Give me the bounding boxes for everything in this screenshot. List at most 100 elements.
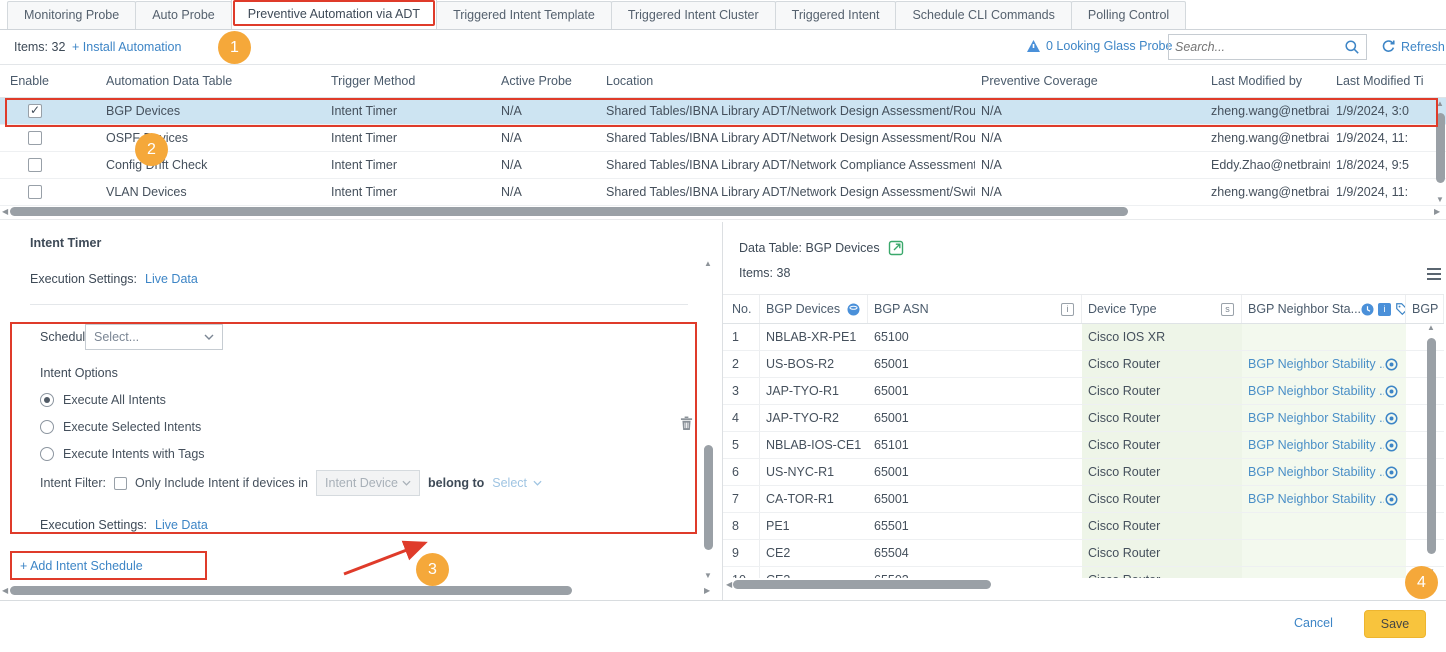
scroll-left-arrow[interactable]: ◀ — [726, 581, 732, 589]
schedule-select[interactable]: Select... — [85, 324, 223, 350]
view-result-eye-icon[interactable] — [1384, 384, 1399, 399]
belong-to-select[interactable]: Select — [492, 476, 542, 490]
table-row[interactable]: ✓ BGP Devices Intent Timer N/A Shared Ta… — [0, 98, 1446, 125]
bgp-neighbor-stability-link[interactable]: BGP Neighbor Stability ... — [1248, 411, 1384, 425]
table-row[interactable]: ✓ OSPF Devices Intent Timer N/A Shared T… — [0, 125, 1446, 152]
scroll-right-arrow[interactable]: ▶ — [704, 587, 710, 595]
view-result-eye-icon[interactable] — [1384, 438, 1399, 453]
column-header-enable[interactable]: Enable — [0, 74, 100, 88]
table-row[interactable]: 5 NBLAB-IOS-CE1 65101 Cisco Router BGP N… — [723, 432, 1444, 459]
radio-button[interactable] — [40, 447, 54, 461]
tab[interactable]: Preventive Automation via ADT — [231, 0, 437, 29]
intent-timer-panel: Intent Timer Execution Settings: Live Da… — [0, 220, 722, 600]
tab[interactable]: Polling Control — [1071, 1, 1186, 29]
tab[interactable]: Monitoring Probe — [7, 1, 136, 29]
column-header-bgp-asn[interactable]: BGP ASN i — [868, 295, 1082, 323]
intent-options-label: Intent Options — [40, 366, 118, 380]
view-result-eye-icon[interactable] — [1384, 465, 1399, 480]
column-header-device-type[interactable]: Device Type s — [1082, 295, 1242, 323]
device-type-cell: Cisco Router — [1082, 540, 1242, 566]
view-result-eye-icon[interactable] — [1384, 357, 1399, 372]
scroll-up-arrow[interactable]: ▲ — [704, 260, 712, 268]
table-row[interactable]: 2 US-BOS-R2 65001 Cisco Router BGP Neigh… — [723, 351, 1444, 378]
tab[interactable]: Schedule CLI Commands — [895, 1, 1071, 29]
table-row[interactable]: 4 JAP-TYO-R2 65001 Cisco Router BGP Neig… — [723, 405, 1444, 432]
table-row[interactable]: 3 JAP-TYO-R1 65001 Cisco Router BGP Neig… — [723, 378, 1444, 405]
trigger-method-cell: Intent Timer — [325, 158, 495, 172]
column-header-last-modified-by[interactable]: Last Modified by — [1205, 74, 1330, 88]
bgp-neighbor-stability-link[interactable]: BGP Neighbor Stability ... — [1248, 492, 1384, 506]
tab[interactable]: Triggered Intent — [775, 1, 897, 29]
cancel-button[interactable]: Cancel — [1294, 616, 1333, 630]
intent-filter-checkbox[interactable] — [114, 477, 127, 490]
add-intent-schedule-link[interactable]: + Add Intent Schedule — [20, 559, 143, 573]
view-result-eye-icon[interactable] — [1384, 492, 1399, 507]
enable-checkbox[interactable]: ✓ — [28, 131, 42, 145]
table-row[interactable]: 9 CE2 65504 Cisco Router BGP Neighbor St… — [723, 540, 1444, 567]
vertical-scrollbar[interactable]: ▲ ▼ — [1425, 324, 1438, 578]
enable-checkbox[interactable]: ✓ — [28, 104, 42, 118]
bgp-neighbor-stability-link[interactable]: BGP Neighbor Stability ... — [1248, 384, 1384, 398]
scroll-up-arrow[interactable]: ▲ — [1436, 100, 1444, 108]
refresh-button[interactable]: Refresh — [1381, 39, 1445, 54]
search-input[interactable] — [1175, 40, 1344, 54]
column-header-preventive-coverage[interactable]: Preventive Coverage — [975, 74, 1205, 88]
scroll-down-arrow[interactable]: ▼ — [704, 572, 712, 580]
open-external-icon[interactable] — [888, 240, 904, 256]
scrollbar-thumb[interactable] — [704, 445, 713, 550]
looking-glass-probe-link[interactable]: 0 Looking Glass Probe — [1046, 39, 1172, 53]
radio-button[interactable] — [40, 420, 54, 434]
tab[interactable]: Triggered Intent Template — [436, 1, 612, 29]
install-automation-link[interactable]: + Install Automation — [72, 40, 181, 54]
bgp-neighbor-stability-link[interactable]: BGP Neighbor Stability ... — [1248, 357, 1384, 371]
tab-label: Schedule CLI Commands — [912, 8, 1054, 22]
bgp-neighbor-stability-link[interactable]: BGP Neighbor Stability ... — [1248, 465, 1384, 479]
column-header-trigger-method[interactable]: Trigger Method — [325, 74, 495, 88]
row-number-cell: 7 — [723, 486, 760, 512]
table-row[interactable]: 6 US-NYC-R1 65001 Cisco Router BGP Neigh… — [723, 459, 1444, 486]
scrollbar-thumb[interactable] — [10, 207, 1128, 216]
tab[interactable]: Auto Probe — [135, 1, 232, 29]
column-header-bgp-cut[interactable]: BGP — [1406, 295, 1444, 323]
table-row[interactable]: ✓ Config Drift Check Intent Timer N/A Sh… — [0, 152, 1446, 179]
horizontal-scrollbar[interactable]: ◀ ▶ — [0, 205, 1444, 218]
horizontal-scrollbar[interactable]: ◀ ▶ — [723, 578, 1439, 591]
scroll-right-arrow[interactable]: ▶ — [1434, 208, 1440, 216]
delete-schedule-icon[interactable] — [680, 416, 693, 431]
column-header-last-modified-time[interactable]: Last Modified Ti — [1330, 74, 1446, 88]
scrollbar-thumb[interactable] — [733, 580, 991, 589]
live-data-link[interactable]: Live Data — [145, 272, 198, 286]
column-header-bgp-neighbor-status[interactable]: BGP Neighbor Sta... i — [1242, 295, 1406, 323]
table-row[interactable]: 7 CA-TOR-R1 65001 Cisco Router BGP Neigh… — [723, 486, 1444, 513]
scrollbar-thumb[interactable] — [10, 586, 572, 595]
table-menu-icon[interactable] — [1427, 268, 1441, 283]
items-count: Items: 32 — [14, 40, 65, 54]
column-header-automation-data-table[interactable]: Automation Data Table — [100, 74, 325, 88]
save-button[interactable]: Save — [1364, 610, 1426, 638]
horizontal-scrollbar[interactable]: ◀ ▶ — [0, 584, 714, 597]
vertical-scrollbar[interactable]: ▲ ▼ — [702, 260, 715, 582]
intent-device-select[interactable]: Intent Device — [316, 470, 420, 496]
scrollbar-thumb[interactable] — [1436, 113, 1445, 183]
modified-by-cell: zheng.wang@netbraint... — [1205, 185, 1330, 199]
enable-checkbox[interactable]: ✓ — [28, 158, 42, 172]
enable-checkbox[interactable]: ✓ — [28, 185, 42, 199]
scroll-up-arrow[interactable]: ▲ — [1427, 324, 1435, 332]
search-icon[interactable] — [1344, 39, 1360, 55]
scrollbar-thumb[interactable] — [1427, 338, 1436, 554]
radio-button[interactable] — [40, 393, 54, 407]
tab[interactable]: Triggered Intent Cluster — [611, 1, 776, 29]
vertical-scrollbar[interactable]: ▲ ▼ — [1434, 100, 1446, 206]
table-row[interactable]: 1 NBLAB-XR-PE1 65100 Cisco IOS XR BGP Ne… — [723, 324, 1444, 351]
scroll-down-arrow[interactable]: ▼ — [1436, 196, 1444, 204]
live-data-link[interactable]: Live Data — [155, 518, 208, 532]
bgp-neighbor-stability-link[interactable]: BGP Neighbor Stability ... — [1248, 438, 1384, 452]
view-result-eye-icon[interactable] — [1384, 411, 1399, 426]
scroll-left-arrow[interactable]: ◀ — [2, 208, 8, 216]
column-header-active-probe[interactable]: Active Probe — [495, 74, 600, 88]
table-row[interactable]: 8 PE1 65501 Cisco Router BGP Neighbor St… — [723, 513, 1444, 540]
scroll-left-arrow[interactable]: ◀ — [2, 587, 8, 595]
column-header-location[interactable]: Location — [600, 74, 975, 88]
column-header-bgp-devices[interactable]: BGP Devices — [760, 295, 868, 323]
table-row[interactable]: ✓ VLAN Devices Intent Timer N/A Shared T… — [0, 179, 1446, 206]
